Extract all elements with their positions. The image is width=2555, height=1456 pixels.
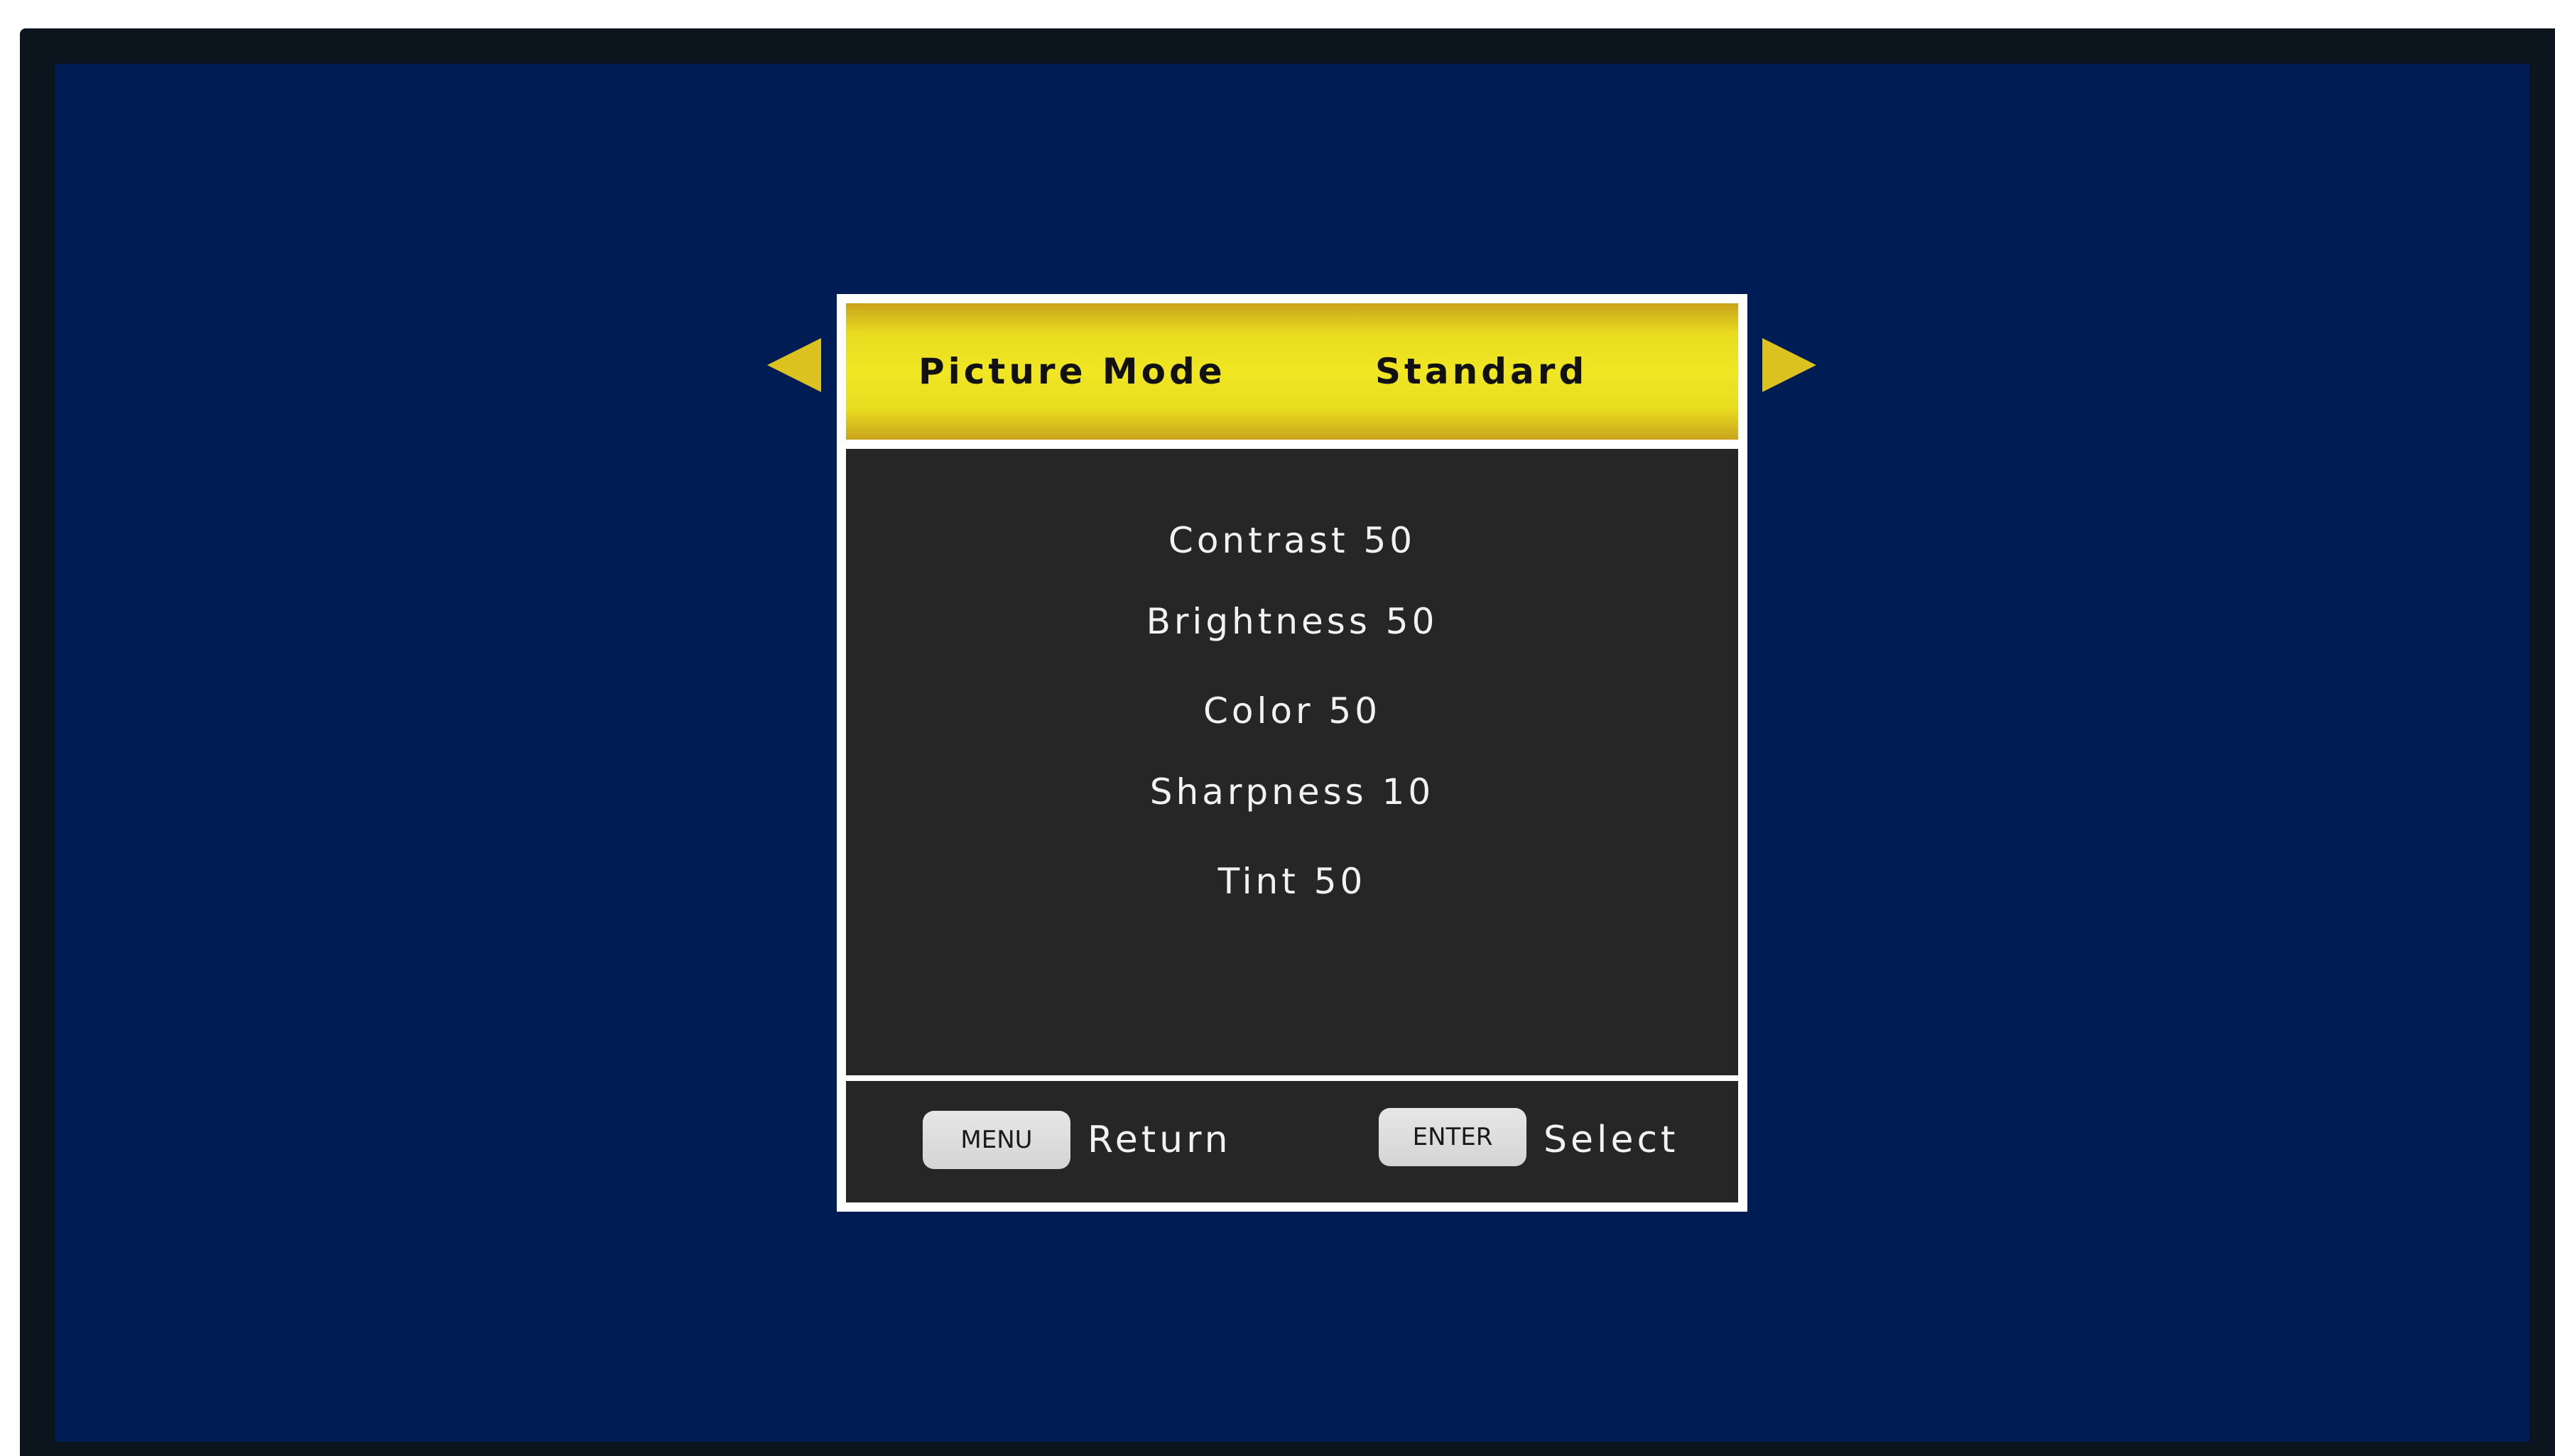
menu-key-badge[interactable]: MENU: [923, 1111, 1070, 1169]
return-label: Return: [1087, 1119, 1232, 1161]
setting-tint[interactable]: Tint 50: [846, 857, 1738, 906]
picture-mode-selector[interactable]: Picture Mode Standard: [846, 303, 1738, 440]
setting-brightness[interactable]: Brightness 50: [846, 597, 1738, 646]
picture-mode-label: Picture Mode: [918, 351, 1226, 392]
menu-footer: MENU Return ENTER Select: [846, 1081, 1738, 1202]
settings-list: Contrast 50 Brightness 50 Color 50 Sharp…: [846, 449, 1738, 1075]
setting-sharpness[interactable]: Sharpness 10: [846, 767, 1738, 817]
setting-color[interactable]: Color 50: [846, 686, 1738, 736]
previous-mode-arrow-icon[interactable]: [767, 338, 821, 392]
select-label: Select: [1544, 1119, 1679, 1161]
setting-contrast[interactable]: Contrast 50: [846, 516, 1738, 565]
picture-settings-menu: Picture Mode Standard Contrast 50 Bright…: [837, 294, 1747, 1212]
next-mode-arrow-icon[interactable]: [1762, 338, 1816, 392]
picture-mode-value: Standard: [1375, 351, 1588, 392]
enter-key-badge[interactable]: ENTER: [1379, 1108, 1526, 1166]
